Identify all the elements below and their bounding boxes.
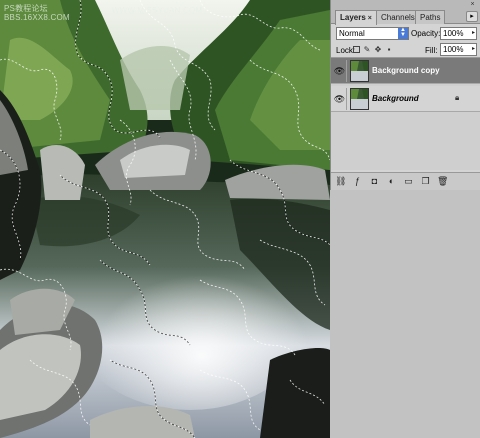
layer-name[interactable]: Background copy xyxy=(372,66,440,75)
layer-name[interactable]: Background xyxy=(372,94,419,103)
panel-footer-icons: ⛓ ƒ ◘ ◐ ▭ ❐ 🗑 xyxy=(335,176,448,187)
eye-icon[interactable]: 👁 xyxy=(333,60,347,82)
panel-tab-bar: × Layers × Channels Paths ▸ xyxy=(331,0,480,25)
tab-close-icon[interactable]: × xyxy=(368,15,372,22)
fill-input[interactable]: 100% ▸ xyxy=(440,43,477,56)
blend-mode-value: Normal xyxy=(339,29,365,38)
lock-row: Lock: ✎ ✥ ▪ Fill: 100% ▸ xyxy=(331,42,480,58)
lock-options: ✎ ✥ ▪ xyxy=(353,46,393,54)
delete-layer-icon[interactable]: 🗑 xyxy=(437,176,448,187)
panel-footer: ⛓ ƒ ◘ ◐ ▭ ❐ 🗑 xyxy=(331,172,480,190)
river-photo xyxy=(0,0,330,438)
panel-close-icon[interactable]: × xyxy=(467,1,478,9)
tab-paths[interactable]: Paths xyxy=(415,10,446,24)
tab-paths-label: Paths xyxy=(420,13,441,22)
link-layers-icon[interactable]: ⛓ xyxy=(335,176,346,187)
tab-channels-label: Channels xyxy=(381,13,415,22)
opacity-label: Opacity: xyxy=(411,29,441,38)
lock-all-icon[interactable]: ▪ xyxy=(385,46,393,54)
tab-channels[interactable]: Channels xyxy=(376,10,420,24)
layer-thumbnail xyxy=(350,60,369,82)
opacity-input[interactable]: 100% ▸ xyxy=(440,27,477,40)
updown-arrows-icon: ▲ ▼ xyxy=(398,27,408,39)
eye-icon[interactable]: 👁 xyxy=(333,88,347,110)
tab-layers[interactable]: Layers × xyxy=(335,10,377,25)
blend-row: Normal ▲ ▼ Opacity: 100% ▸ xyxy=(331,24,480,42)
watermark-line-3: WWW.MISSYUAN.COM xyxy=(112,6,203,15)
layer-row-background[interactable]: 👁 Background 🔒︎ xyxy=(331,86,480,112)
layers-panel: × Layers × Channels Paths ▸ Normal ▲ ▼ Opa… xyxy=(330,0,480,190)
layer-row-background-copy[interactable]: 👁 Background copy xyxy=(331,58,480,84)
watermark-line-2: BBS.16XX8.COM xyxy=(4,13,70,22)
fill-label: Fill: xyxy=(425,46,438,55)
watermark-url: WWW.MISSYUAN.COM xyxy=(112,6,202,15)
opacity-value: 100% xyxy=(443,29,464,38)
photoshop-window: PS教程论坛 BBS.16XX8.COM WWW.MISSYUAN.COM × … xyxy=(0,0,480,438)
lock-icon: 🔒︎ xyxy=(455,93,460,102)
lock-move-icon[interactable]: ✥ xyxy=(374,46,382,54)
adjustment-layer-icon[interactable]: ◐ xyxy=(386,176,397,187)
tab-layers-label: Layers xyxy=(340,13,366,22)
new-group-icon[interactable]: ▭ xyxy=(403,176,414,187)
watermark-line-1: PS教程论坛 xyxy=(4,4,48,13)
fill-value: 100% xyxy=(443,45,464,54)
new-layer-icon[interactable]: ❐ xyxy=(420,176,431,187)
fill-slider-arrow-icon[interactable]: ▸ xyxy=(472,44,475,55)
lock-transparent-icon[interactable] xyxy=(353,46,360,53)
watermark: PS教程论坛 BBS.16XX8.COM xyxy=(4,4,70,22)
document-canvas[interactable]: PS教程论坛 BBS.16XX8.COM WWW.MISSYUAN.COM xyxy=(0,0,330,438)
layer-thumbnail xyxy=(350,88,369,110)
layer-style-icon[interactable]: ƒ xyxy=(352,176,363,187)
opacity-slider-arrow-icon[interactable]: ▸ xyxy=(472,28,475,39)
lock-brush-icon[interactable]: ✎ xyxy=(363,46,371,54)
layers-list: 👁 Background copy 👁 Background 🔒︎ xyxy=(331,58,480,170)
layer-mask-icon[interactable]: ◘ xyxy=(369,176,380,187)
blend-mode-select[interactable]: Normal ▲ ▼ xyxy=(336,27,409,40)
panel-menu-arrow-icon[interactable]: ▸ xyxy=(466,11,478,22)
